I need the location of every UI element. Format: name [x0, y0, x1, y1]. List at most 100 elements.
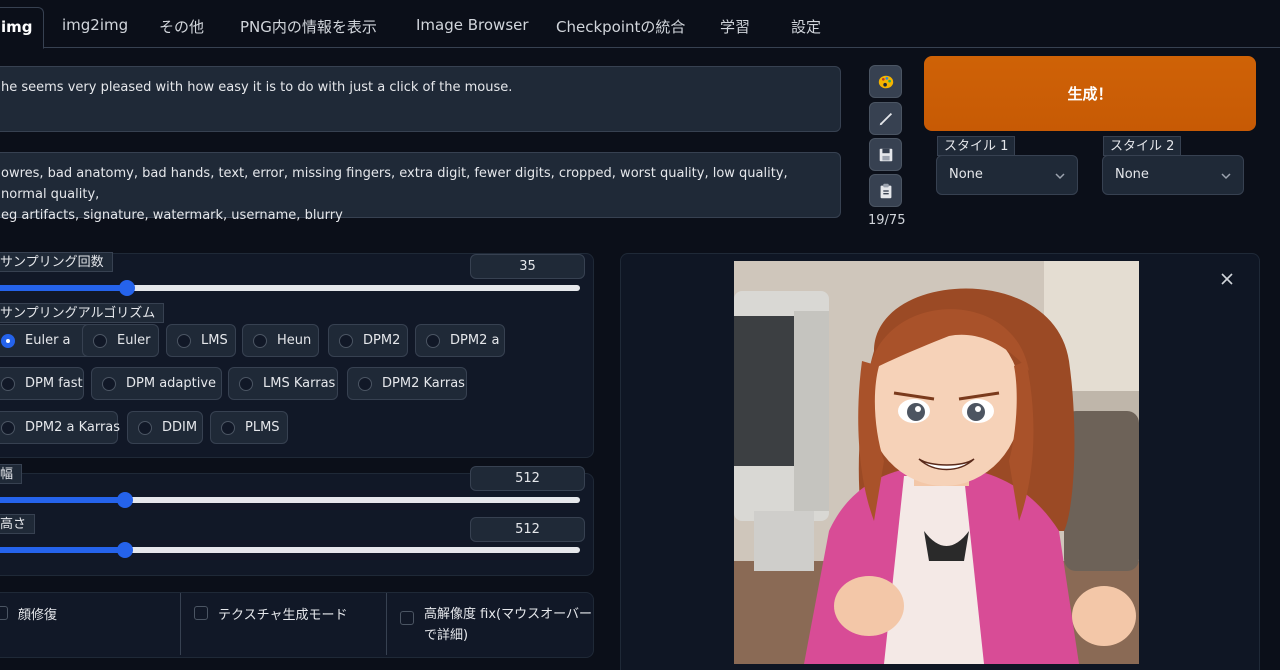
- sampler-option-label: DDIM: [162, 420, 198, 435]
- sampler-option[interactable]: Heun: [242, 324, 319, 357]
- radio-dot[interactable]: [358, 376, 372, 391]
- hires-fix-label-line-1: 高解像度 fix(マウスオーバー: [424, 607, 592, 622]
- pencil-button[interactable]: [869, 102, 902, 135]
- pencil-icon: [879, 112, 892, 125]
- clipboard-icon: [880, 183, 891, 198]
- style-1-select[interactable]: None: [936, 155, 1078, 195]
- save-icon: [879, 148, 892, 161]
- slider-fill: [0, 497, 126, 503]
- sampler-option-label: Euler a: [25, 333, 71, 348]
- sampling-steps-label: サンプリング回数: [0, 252, 113, 272]
- sampling-steps-slider[interactable]: [0, 280, 580, 296]
- paste-button[interactable]: [869, 174, 902, 207]
- slider-fill: [0, 547, 126, 553]
- palette-button[interactable]: [869, 65, 902, 98]
- sampler-option[interactable]: Euler: [82, 324, 159, 357]
- height-label: 高さ: [0, 514, 36, 534]
- width-label: 幅: [0, 464, 23, 484]
- sampling-steps-input[interactable]: 35: [470, 254, 585, 279]
- style-2-select[interactable]: None: [1102, 155, 1244, 195]
- close-icon[interactable]: [1220, 272, 1234, 286]
- sampler-option[interactable]: DPM fast: [0, 367, 84, 400]
- radio-dot[interactable]: [138, 420, 152, 435]
- tab-settings[interactable]: 設定: [791, 16, 821, 37]
- sampler-label: サンプリングアルゴリズム: [0, 303, 165, 323]
- style-2-value: None: [1115, 167, 1149, 182]
- chevron-down-icon: [1055, 173, 1065, 180]
- height-input[interactable]: 512: [470, 517, 585, 542]
- tab-png-info[interactable]: PNG内の情報を表示: [240, 16, 377, 37]
- style-1-value: None: [949, 167, 983, 182]
- sampler-option-label: Heun: [277, 333, 312, 348]
- sampler-option[interactable]: DPM2: [328, 324, 408, 357]
- negative-prompt-input[interactable]: owres, bad anatomy, bad hands, text, err…: [0, 152, 841, 223]
- negative-prompt-line-1: owres, bad anatomy, bad hands, text, err…: [1, 166, 788, 202]
- sampler-option-label: LMS Karras: [263, 376, 336, 391]
- slider-fill: [0, 285, 128, 291]
- width-slider[interactable]: [0, 492, 580, 508]
- radio-dot[interactable]: [253, 333, 267, 348]
- face-restore-checkbox[interactable]: 顔修復: [0, 604, 57, 623]
- style-2-label: スタイル 2: [1103, 136, 1182, 156]
- tab-image-browser[interactable]: Image Browser: [416, 16, 529, 34]
- radio-dot[interactable]: [239, 376, 253, 391]
- style-1-label: スタイル 1: [937, 136, 1016, 156]
- generated-image[interactable]: [734, 261, 1139, 664]
- checkbox-box[interactable]: [400, 611, 414, 625]
- tab-checkpoint-merger[interactable]: Checkpointの統合: [556, 16, 685, 37]
- face-restore-label: 顔修復: [18, 608, 58, 623]
- radio-dot[interactable]: [1, 420, 15, 435]
- radio-dot[interactable]: [1, 333, 15, 348]
- prompt-input[interactable]: he seems very pleased with how easy it i…: [0, 66, 841, 132]
- radio-dot[interactable]: [339, 333, 353, 348]
- radio-dot[interactable]: [93, 333, 107, 348]
- sampler-option-label: LMS: [201, 333, 228, 348]
- tab-txt2img[interactable]: img: [0, 7, 44, 49]
- radio-dot[interactable]: [426, 333, 440, 348]
- sampler-option[interactable]: LMS: [166, 324, 236, 357]
- divider: [386, 593, 387, 655]
- palette-icon: [878, 75, 893, 88]
- tiling-label: テクスチャ生成モード: [218, 608, 348, 623]
- width-input[interactable]: 512: [470, 466, 585, 491]
- sampler-option[interactable]: DPM adaptive: [91, 367, 222, 400]
- sampler-option-label: DPM2 a: [450, 333, 500, 348]
- sampler-option-label: Euler: [117, 333, 151, 348]
- negative-prompt-line-2: eg artifacts, signature, watermark, user…: [1, 208, 343, 223]
- sampler-option[interactable]: DPM2 a: [415, 324, 505, 357]
- sampler-option[interactable]: PLMS: [210, 411, 288, 444]
- tab-img2img[interactable]: img2img: [62, 16, 128, 34]
- sampler-option[interactable]: DDIM: [127, 411, 203, 444]
- slider-thumb[interactable]: [117, 492, 134, 508]
- prompt-text: he seems very pleased with how easy it i…: [1, 80, 513, 95]
- sampler-option-label: DPM fast: [25, 376, 83, 391]
- tab-bar: img img2img その他 PNG内の情報を表示 Image Browser…: [0, 0, 1280, 49]
- sampler-option[interactable]: DPM2 Karras: [347, 367, 467, 400]
- radio-dot[interactable]: [177, 333, 191, 348]
- sampler-option-label: DPM adaptive: [126, 376, 217, 391]
- radio-dot[interactable]: [102, 376, 116, 391]
- height-slider[interactable]: [0, 542, 580, 558]
- sampler-option-label: DPM2 Karras: [382, 376, 465, 391]
- tab-train[interactable]: 学習: [720, 16, 750, 37]
- tab-extras[interactable]: その他: [159, 16, 204, 37]
- generate-button[interactable]: 生成！: [924, 56, 1256, 131]
- token-counter: 19/75: [868, 213, 906, 228]
- tiling-checkbox[interactable]: テクスチャ生成モード: [194, 604, 347, 623]
- hires-fix-label-line-2: で詳細): [424, 628, 469, 643]
- divider: [180, 593, 181, 655]
- radio-dot[interactable]: [1, 376, 15, 391]
- sampler-option[interactable]: LMS Karras: [228, 367, 338, 400]
- hires-fix-checkbox[interactable]: 高解像度 fix(マウスオーバー で詳細): [400, 604, 592, 646]
- sampler-option-label: DPM2: [363, 333, 401, 348]
- radio-dot[interactable]: [221, 420, 235, 435]
- sampler-option-label: PLMS: [245, 420, 280, 435]
- slider-thumb[interactable]: [117, 542, 134, 558]
- checkbox-box[interactable]: [194, 606, 208, 620]
- chevron-down-icon: [1221, 173, 1231, 180]
- sampler-option-label: DPM2 a Karras: [25, 420, 121, 435]
- sampler-option[interactable]: DPM2 a Karras: [0, 411, 121, 444]
- save-style-button[interactable]: [869, 138, 902, 171]
- hires-fix-label: 高解像度 fix(マウスオーバー で詳細): [424, 604, 592, 646]
- checkbox-box[interactable]: [0, 606, 8, 620]
